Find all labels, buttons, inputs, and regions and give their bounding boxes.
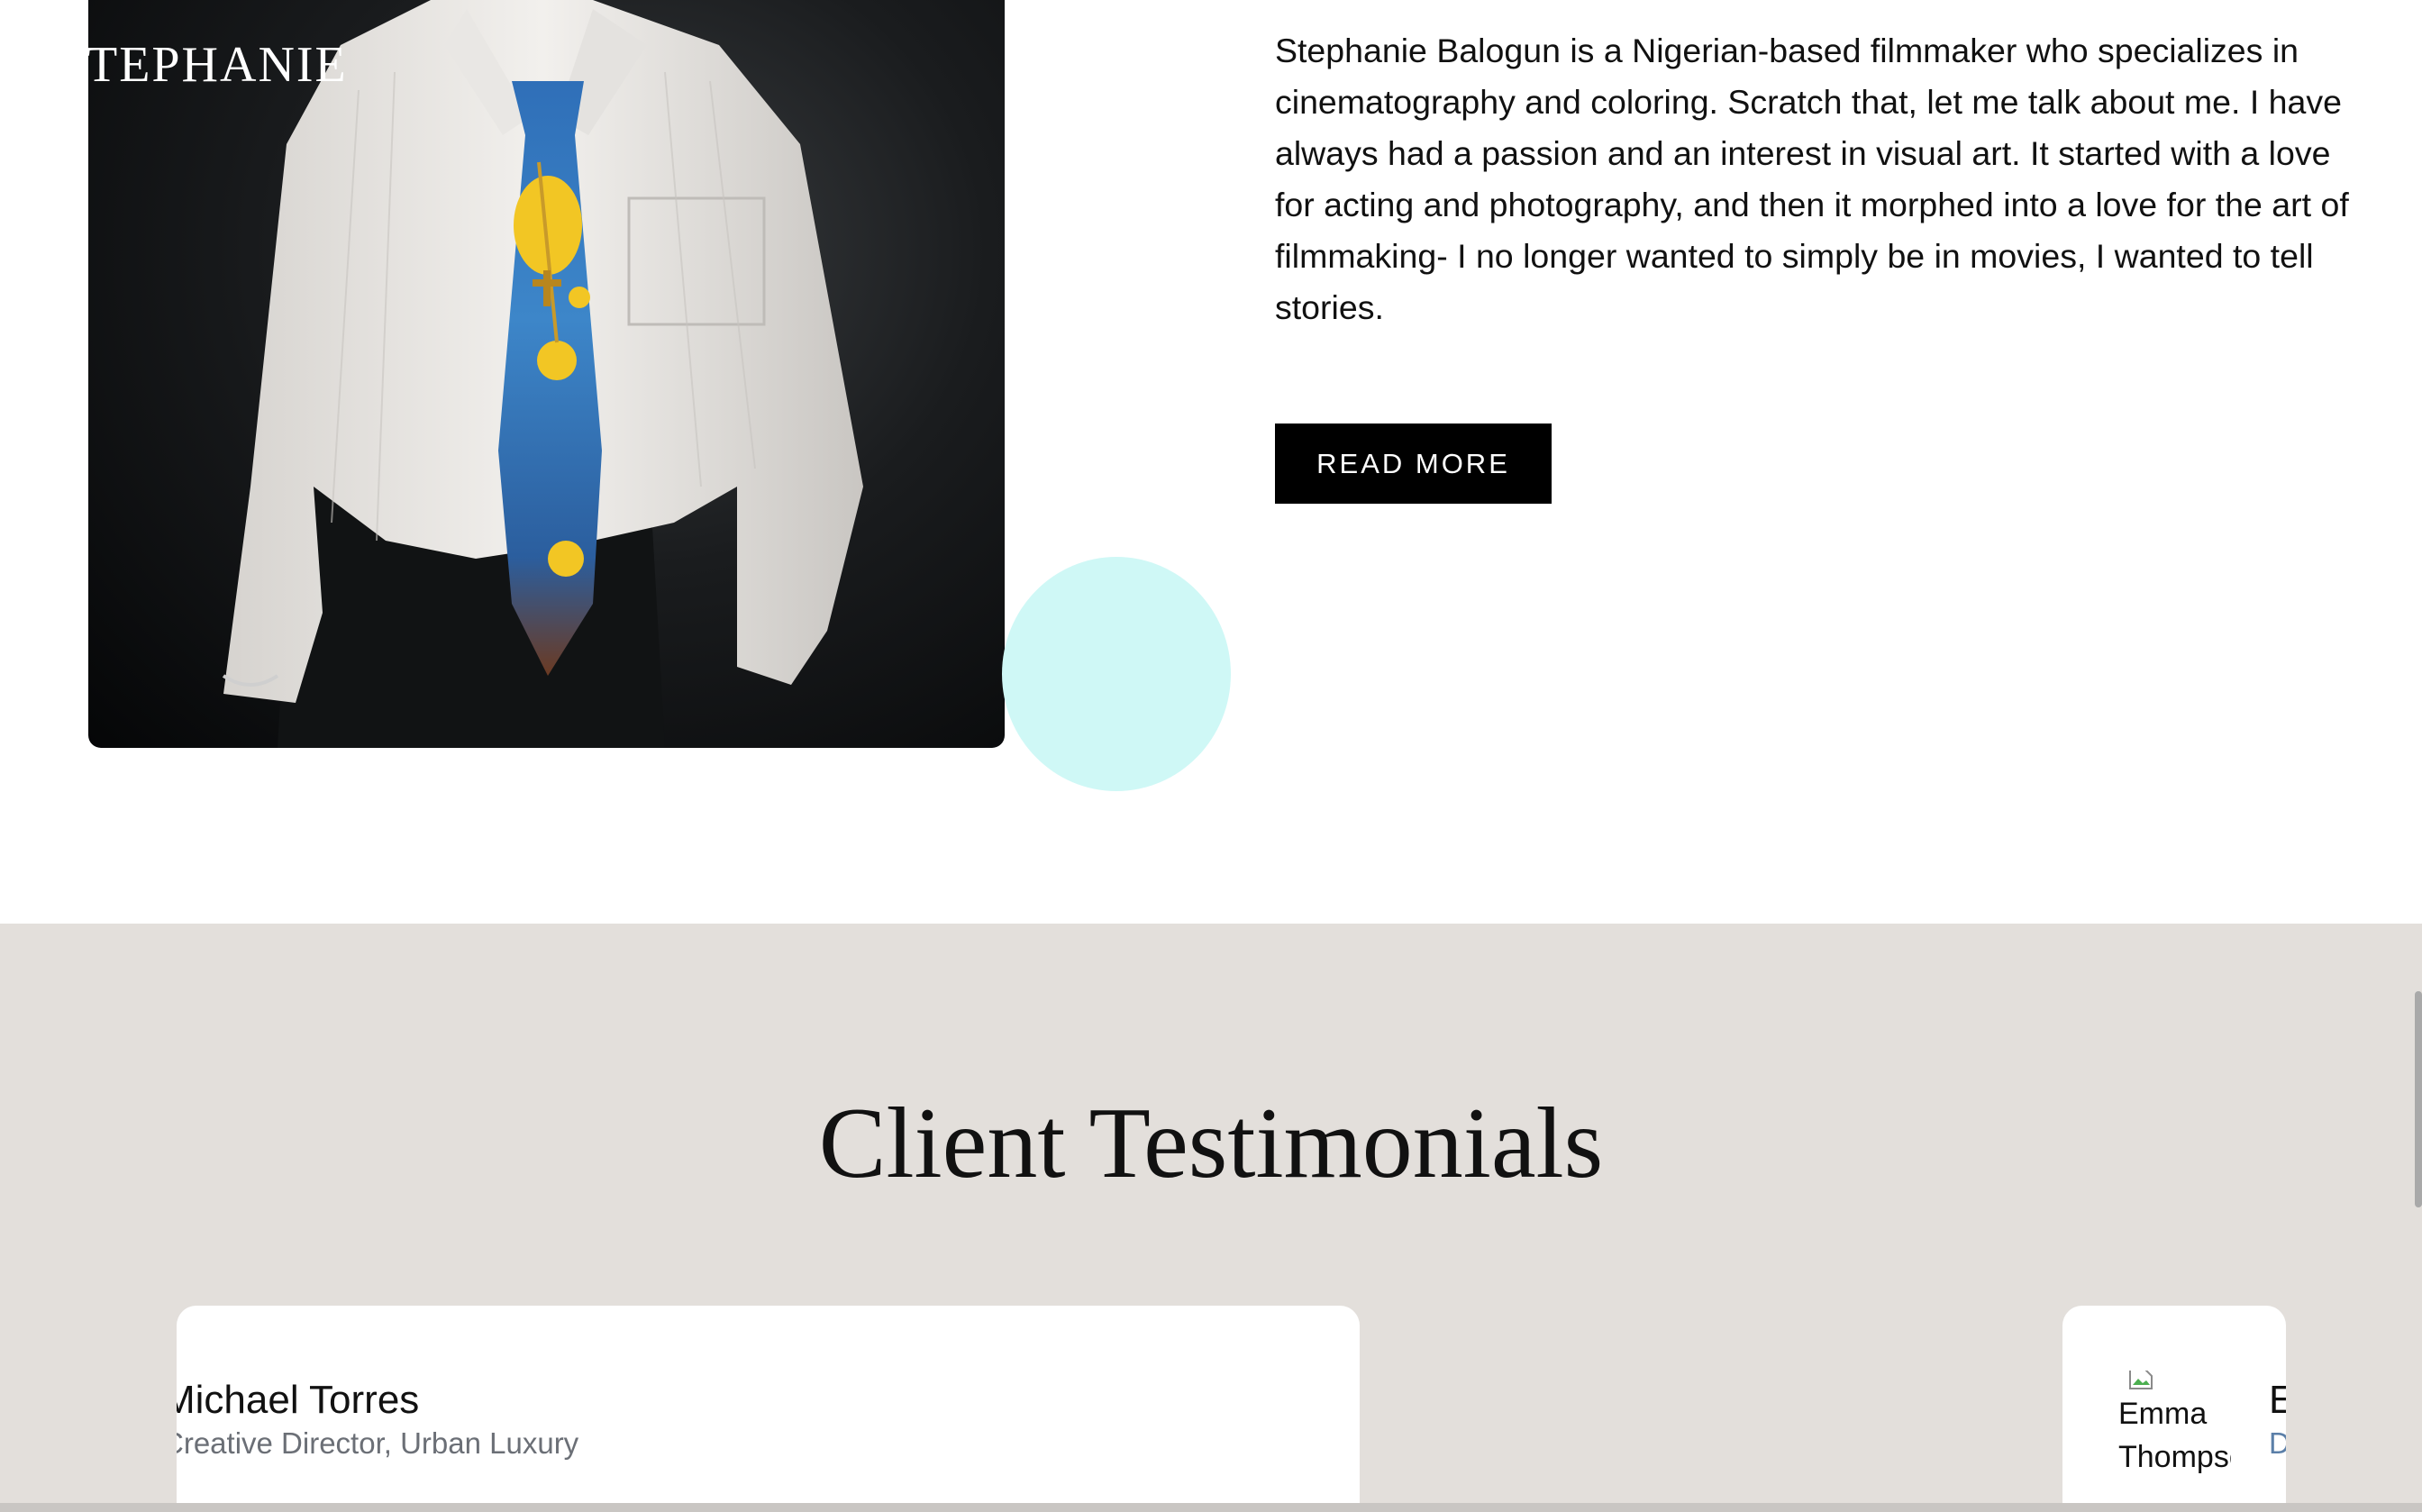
- testimonial-name: Michael Torres: [177, 1378, 420, 1422]
- about-section: TEPHANIE Stephanie Balogun is a Nigerian…: [0, 0, 2422, 924]
- vertical-scrollbar[interactable]: [2415, 991, 2422, 1207]
- testimonial-card[interactable]: Michael Torres Creative Director, Urban …: [177, 1306, 1360, 1512]
- testimonial-role: Creative Director, Urban Luxury: [177, 1426, 579, 1460]
- testimonials-title: Client Testimonials: [818, 1088, 1604, 1199]
- testimonial-role: D: [2269, 1426, 2286, 1460]
- horizontal-scrollbar[interactable]: [0, 1503, 2422, 1512]
- portrait-photo: [88, 0, 1005, 748]
- site-logo-text[interactable]: TEPHANIE: [86, 36, 348, 94]
- broken-image-icon: [2129, 1371, 2153, 1389]
- testimonials-section: Client Testimonials Michael Torres Creat…: [0, 924, 2422, 1512]
- bio-paragraph: Stephanie Balogun is a Nigerian-based fi…: [1275, 32, 2349, 326]
- read-more-button[interactable]: READ MORE: [1275, 424, 1552, 504]
- portrait-illustration: [222, 0, 863, 748]
- testimonial-name: E: [2269, 1378, 2286, 1422]
- decorative-circle: [1002, 557, 1231, 791]
- avatar-alt-text: Emma Thompson: [2118, 1397, 2231, 1474]
- testimonial-card[interactable]: Emma Thompson E D: [2062, 1306, 2286, 1512]
- avatar: Emma Thompson: [2118, 1371, 2231, 1479]
